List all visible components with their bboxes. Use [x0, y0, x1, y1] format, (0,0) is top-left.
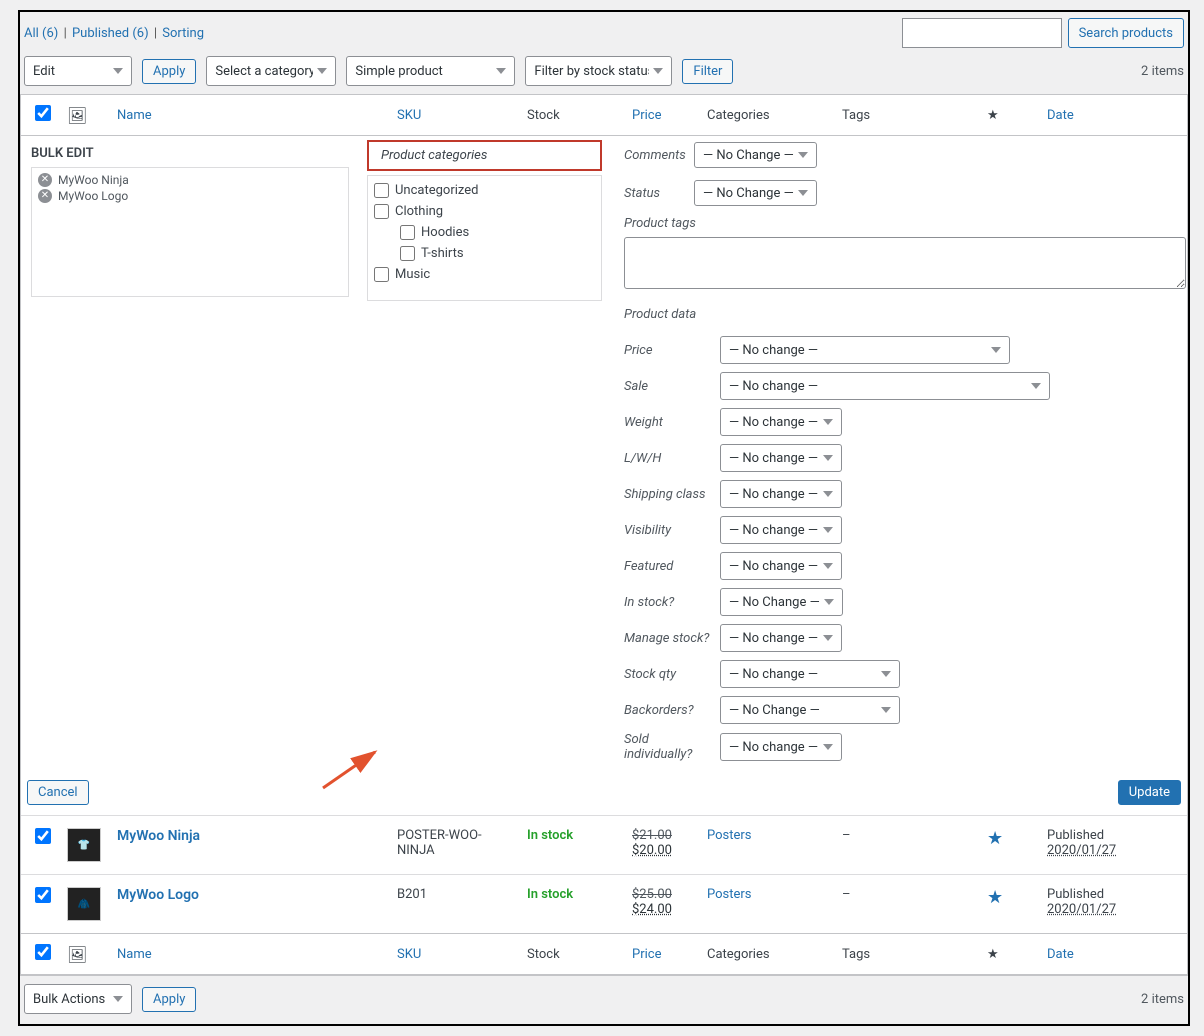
col-sku[interactable]: SKU — [397, 947, 421, 962]
product-categories-heading: Product categories — [367, 140, 602, 171]
weight-select[interactable]: — No change — — [720, 408, 842, 436]
cat-uncategorized[interactable]: Uncategorized — [374, 180, 595, 201]
bulk-edit-heading: BULK EDIT — [27, 140, 367, 163]
col-stock: Stock — [527, 108, 560, 123]
apply-button[interactable]: Apply — [142, 59, 196, 84]
image-column-icon: 🖼 — [67, 106, 87, 125]
col-price[interactable]: Price — [632, 108, 661, 123]
product-data-heading: Product data — [624, 293, 1186, 332]
stock-status-filter[interactable]: Filter by stock status — [525, 56, 672, 86]
select-all-checkbox[interactable] — [35, 105, 51, 121]
comments-select[interactable]: — No Change — — [694, 142, 817, 168]
cat-hoodies[interactable]: Hoodies — [374, 222, 595, 243]
col-name[interactable]: Name — [117, 947, 152, 962]
filter-links: All (6) | Published (6) | Sorting — [24, 26, 204, 41]
search-input[interactable] — [902, 18, 1062, 48]
featured-star-icon[interactable]: ★ — [987, 828, 1003, 849]
filter-button[interactable]: Filter — [682, 59, 733, 84]
col-featured-icon: ★ — [987, 947, 999, 962]
visibility-select[interactable]: — No change — — [720, 516, 842, 544]
col-categories: Categories — [707, 108, 770, 123]
product-name-link[interactable]: MyWoo Ninja — [117, 828, 200, 844]
backorders-select[interactable]: — No Change — — [720, 696, 900, 724]
item-count-bottom: 2 items — [1141, 992, 1184, 1007]
stock-status: In stock — [527, 887, 573, 902]
status-label: Status — [624, 186, 686, 201]
stock-qty-select[interactable]: — No change — — [720, 660, 900, 688]
featured-select[interactable]: — No change — — [720, 552, 842, 580]
cat-music[interactable]: Music — [374, 264, 595, 285]
bulk-action-select[interactable]: Edit — [24, 56, 132, 86]
manage-stock-select[interactable]: — No change — — [720, 624, 842, 652]
product-categories-list[interactable]: Uncategorized Clothing Hoodies T-shirts … — [367, 175, 602, 301]
lwh-select[interactable]: — No change — — [720, 444, 842, 472]
bulk-item: ✕MyWoo Logo — [36, 188, 344, 204]
product-thumbnail[interactable]: 🧥 — [67, 887, 101, 921]
product-thumbnail[interactable]: 👕 — [67, 828, 101, 862]
comments-label: Comments — [624, 148, 686, 163]
shipping-class-select[interactable]: — No change — — [720, 480, 842, 508]
table-header: 🖼 Name SKU Stock Price Categories Tags ★… — [21, 95, 1187, 136]
bulk-items-list: ✕MyWoo Ninja ✕MyWoo Logo — [31, 167, 349, 297]
remove-item-icon[interactable]: ✕ — [38, 173, 52, 187]
table-row: 🧥 MyWoo Logo B201 In stock $25.00$24.00 … — [21, 874, 1187, 933]
bulk-item: ✕MyWoo Ninja — [36, 172, 344, 188]
table-row: 👕 MyWoo Ninja POSTER-WOO-NINJA In stock … — [21, 815, 1187, 874]
cancel-button[interactable]: Cancel — [27, 780, 89, 805]
status-select[interactable]: — No Change — — [694, 180, 817, 206]
tags-textarea[interactable] — [624, 237, 1186, 289]
category-filter[interactable]: Select a category — [206, 56, 336, 86]
filter-all[interactable]: All (6) — [24, 26, 58, 41]
tags-label: Product tags — [624, 216, 1186, 237]
col-sku[interactable]: SKU — [397, 108, 421, 123]
col-tags: Tags — [842, 108, 870, 123]
col-price[interactable]: Price — [632, 947, 661, 962]
product-sku: POSTER-WOO-NINJA — [391, 824, 521, 862]
row-checkbox[interactable] — [35, 828, 51, 844]
cat-tshirts[interactable]: T-shirts — [374, 243, 595, 264]
cat-clothing[interactable]: Clothing — [374, 201, 595, 222]
update-button[interactable]: Update — [1118, 780, 1181, 805]
remove-item-icon[interactable]: ✕ — [38, 189, 52, 203]
col-date[interactable]: Date — [1047, 947, 1074, 962]
image-column-icon: 🖼 — [67, 945, 87, 964]
filter-sorting[interactable]: Sorting — [162, 26, 204, 41]
search-button[interactable]: Search products — [1068, 18, 1184, 48]
instock-select[interactable]: — No Change — — [720, 588, 843, 616]
stock-status: In stock — [527, 828, 573, 843]
arrow-annotation — [319, 746, 399, 796]
row-checkbox[interactable] — [35, 887, 51, 903]
sold-individually-select[interactable]: — No change — — [720, 733, 842, 761]
col-name[interactable]: Name — [117, 108, 152, 123]
product-sku: B201 — [391, 883, 521, 906]
price-select[interactable]: — No change — — [720, 336, 1010, 364]
product-type-filter[interactable]: Simple product — [346, 56, 515, 86]
col-date[interactable]: Date — [1047, 108, 1074, 123]
product-category-link[interactable]: Posters — [707, 887, 752, 902]
sale-select[interactable]: — No change — — [720, 372, 1050, 400]
select-all-checkbox-bottom[interactable] — [35, 944, 51, 960]
item-count: 2 items — [1141, 64, 1184, 79]
bulk-edit-panel: BULK EDIT ✕MyWoo Ninja ✕MyWoo Logo Produ… — [21, 136, 1187, 770]
featured-star-icon[interactable]: ★ — [987, 887, 1003, 908]
bulk-action-select-bottom[interactable]: Bulk Actions — [24, 984, 132, 1014]
apply-button-bottom[interactable]: Apply — [142, 987, 196, 1012]
filter-published[interactable]: Published (6) — [72, 26, 149, 41]
col-featured-icon: ★ — [987, 108, 999, 123]
product-name-link[interactable]: MyWoo Logo — [117, 887, 199, 903]
product-category-link[interactable]: Posters — [707, 828, 752, 843]
table-footer: 🖼 Name SKU Stock Price Categories Tags ★… — [21, 933, 1187, 975]
